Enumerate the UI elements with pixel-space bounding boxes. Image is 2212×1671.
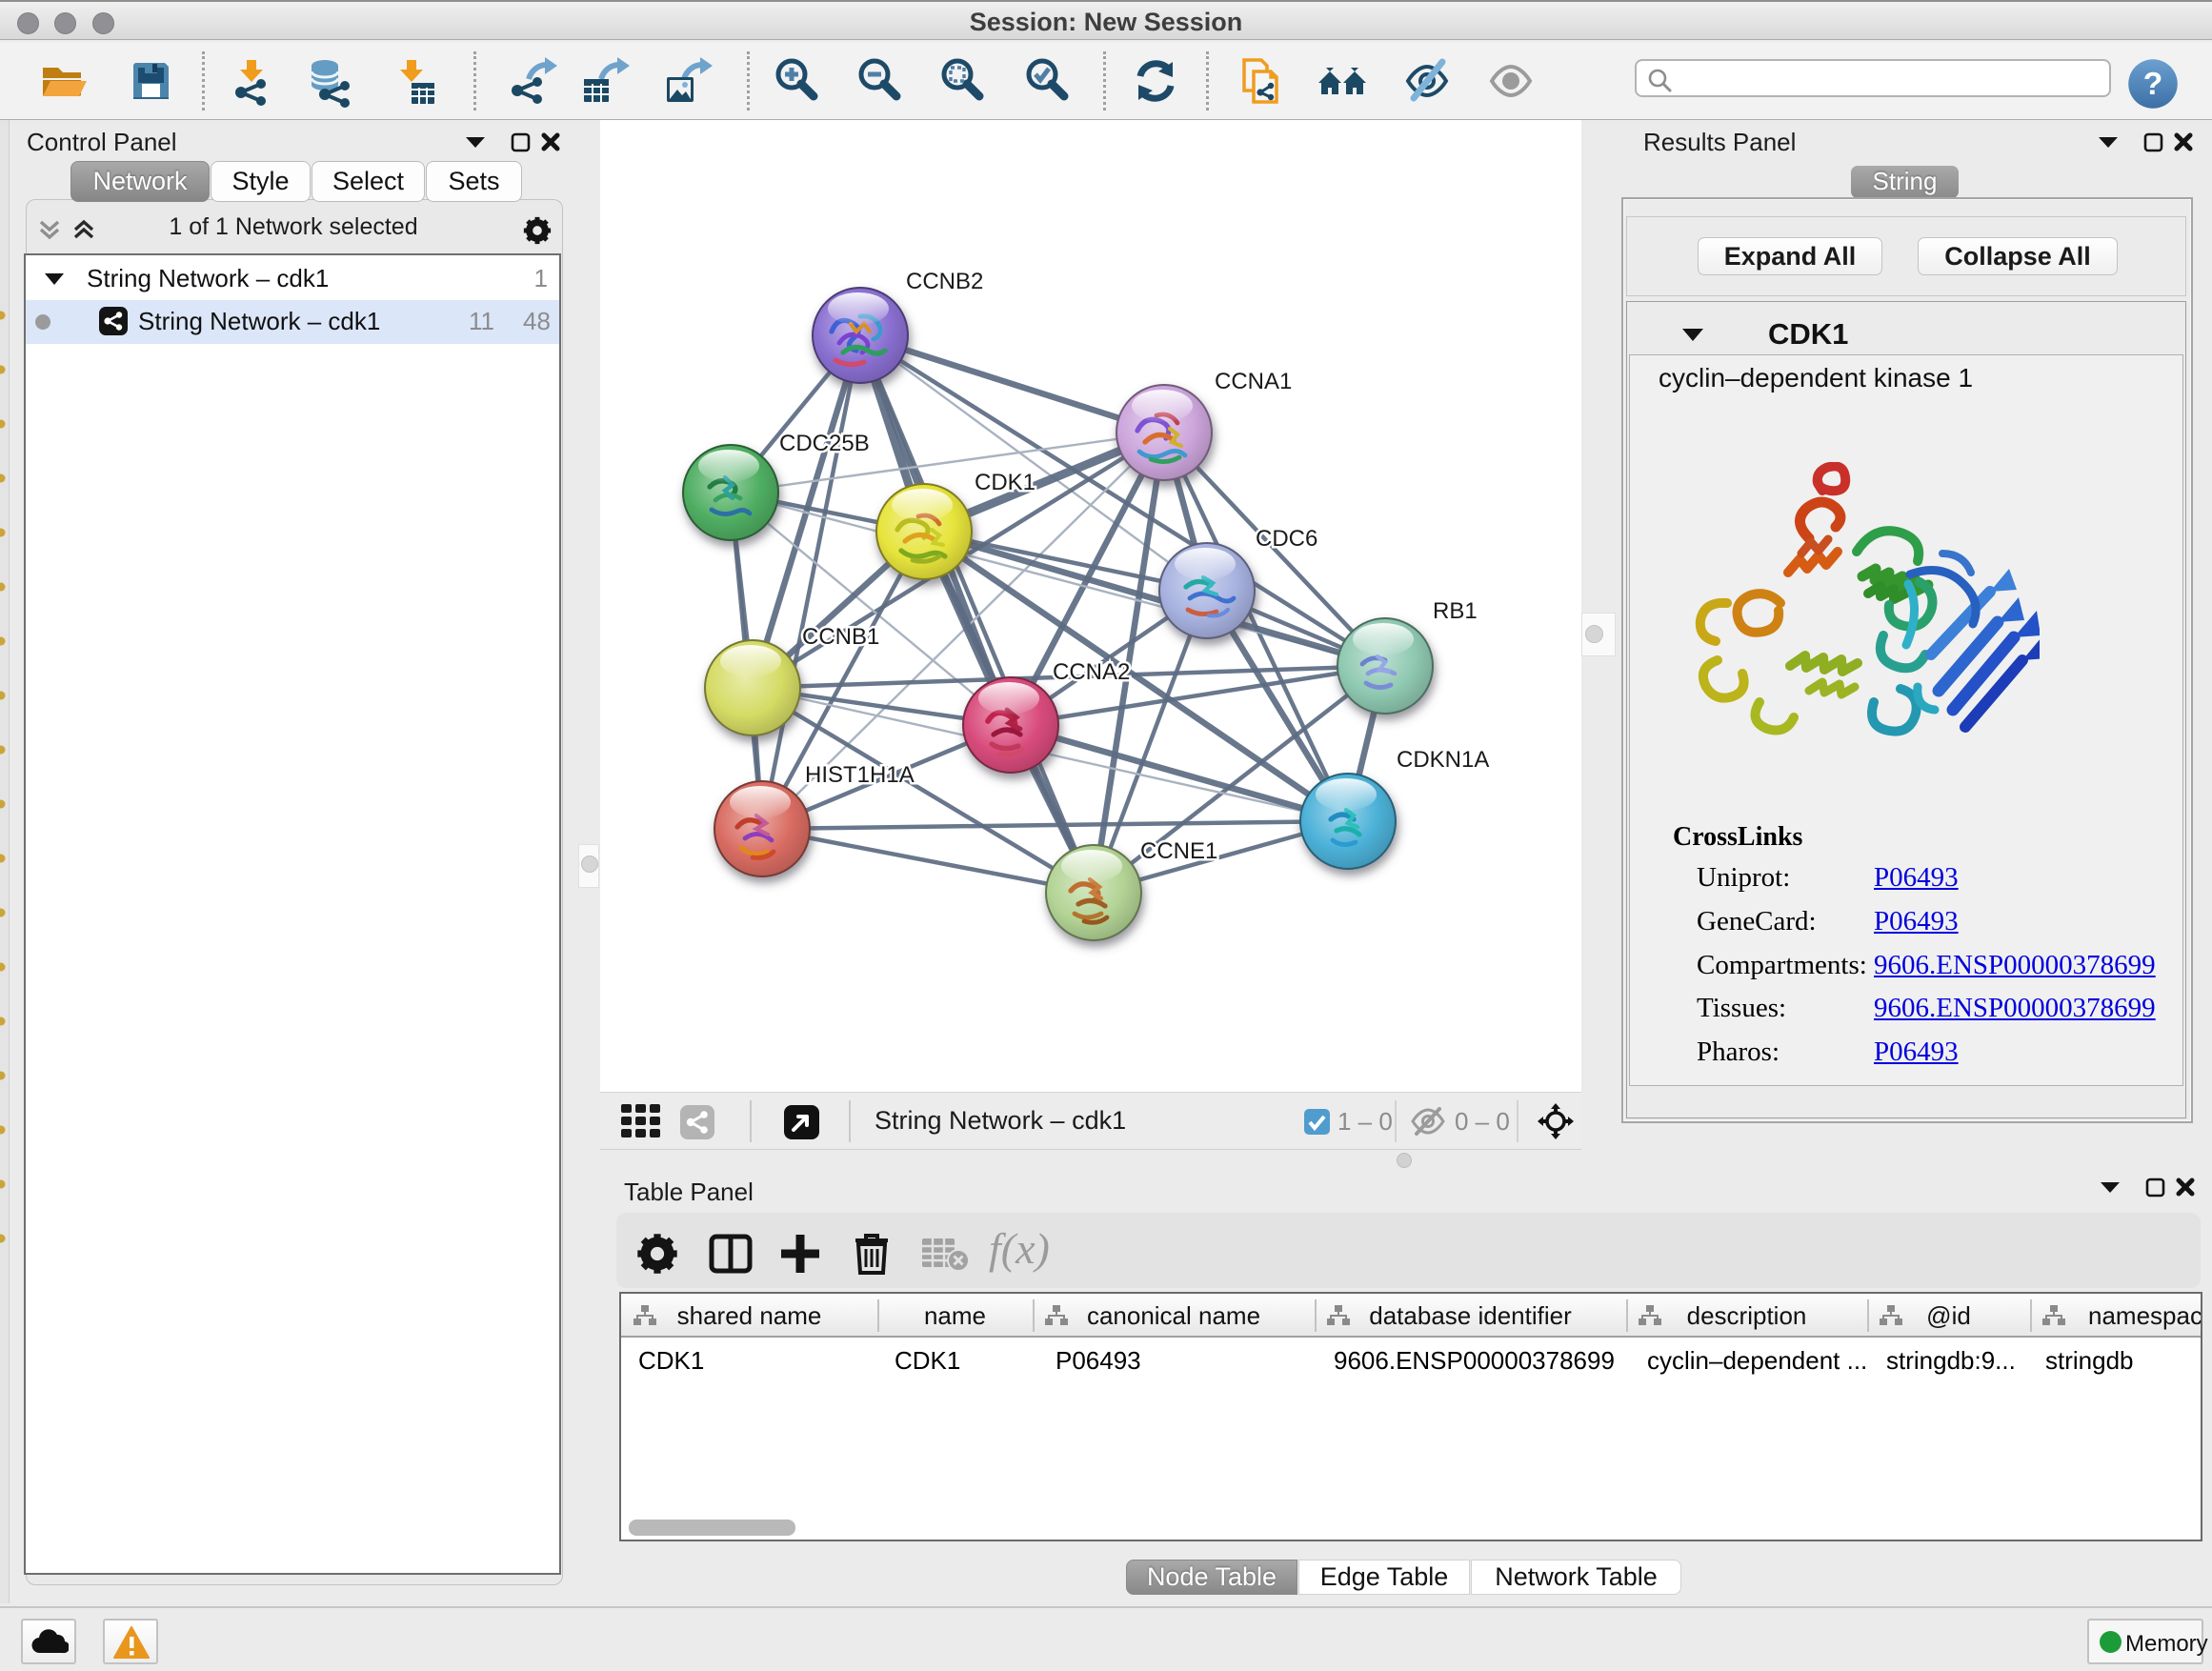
svg-text:CCNA2: CCNA2 — [1053, 659, 1130, 685]
svg-text:CDC25B: CDC25B — [779, 431, 870, 456]
svg-text:?: ? — [2143, 67, 2163, 102]
svg-text:CCNB2: CCNB2 — [906, 269, 983, 294]
svg-text:CCNE1: CCNE1 — [1140, 838, 1217, 864]
svg-text:CDK1: CDK1 — [975, 470, 1036, 495]
svg-text:HIST1H1A: HIST1H1A — [805, 762, 915, 788]
svg-text:CCNB1: CCNB1 — [802, 624, 879, 650]
svg-text:RB1: RB1 — [1433, 598, 1478, 624]
svg-text:CCNA1: CCNA1 — [1215, 369, 1292, 394]
svg-text:CDC6: CDC6 — [1256, 526, 1317, 552]
svg-text:CDKN1A: CDKN1A — [1397, 747, 1489, 773]
